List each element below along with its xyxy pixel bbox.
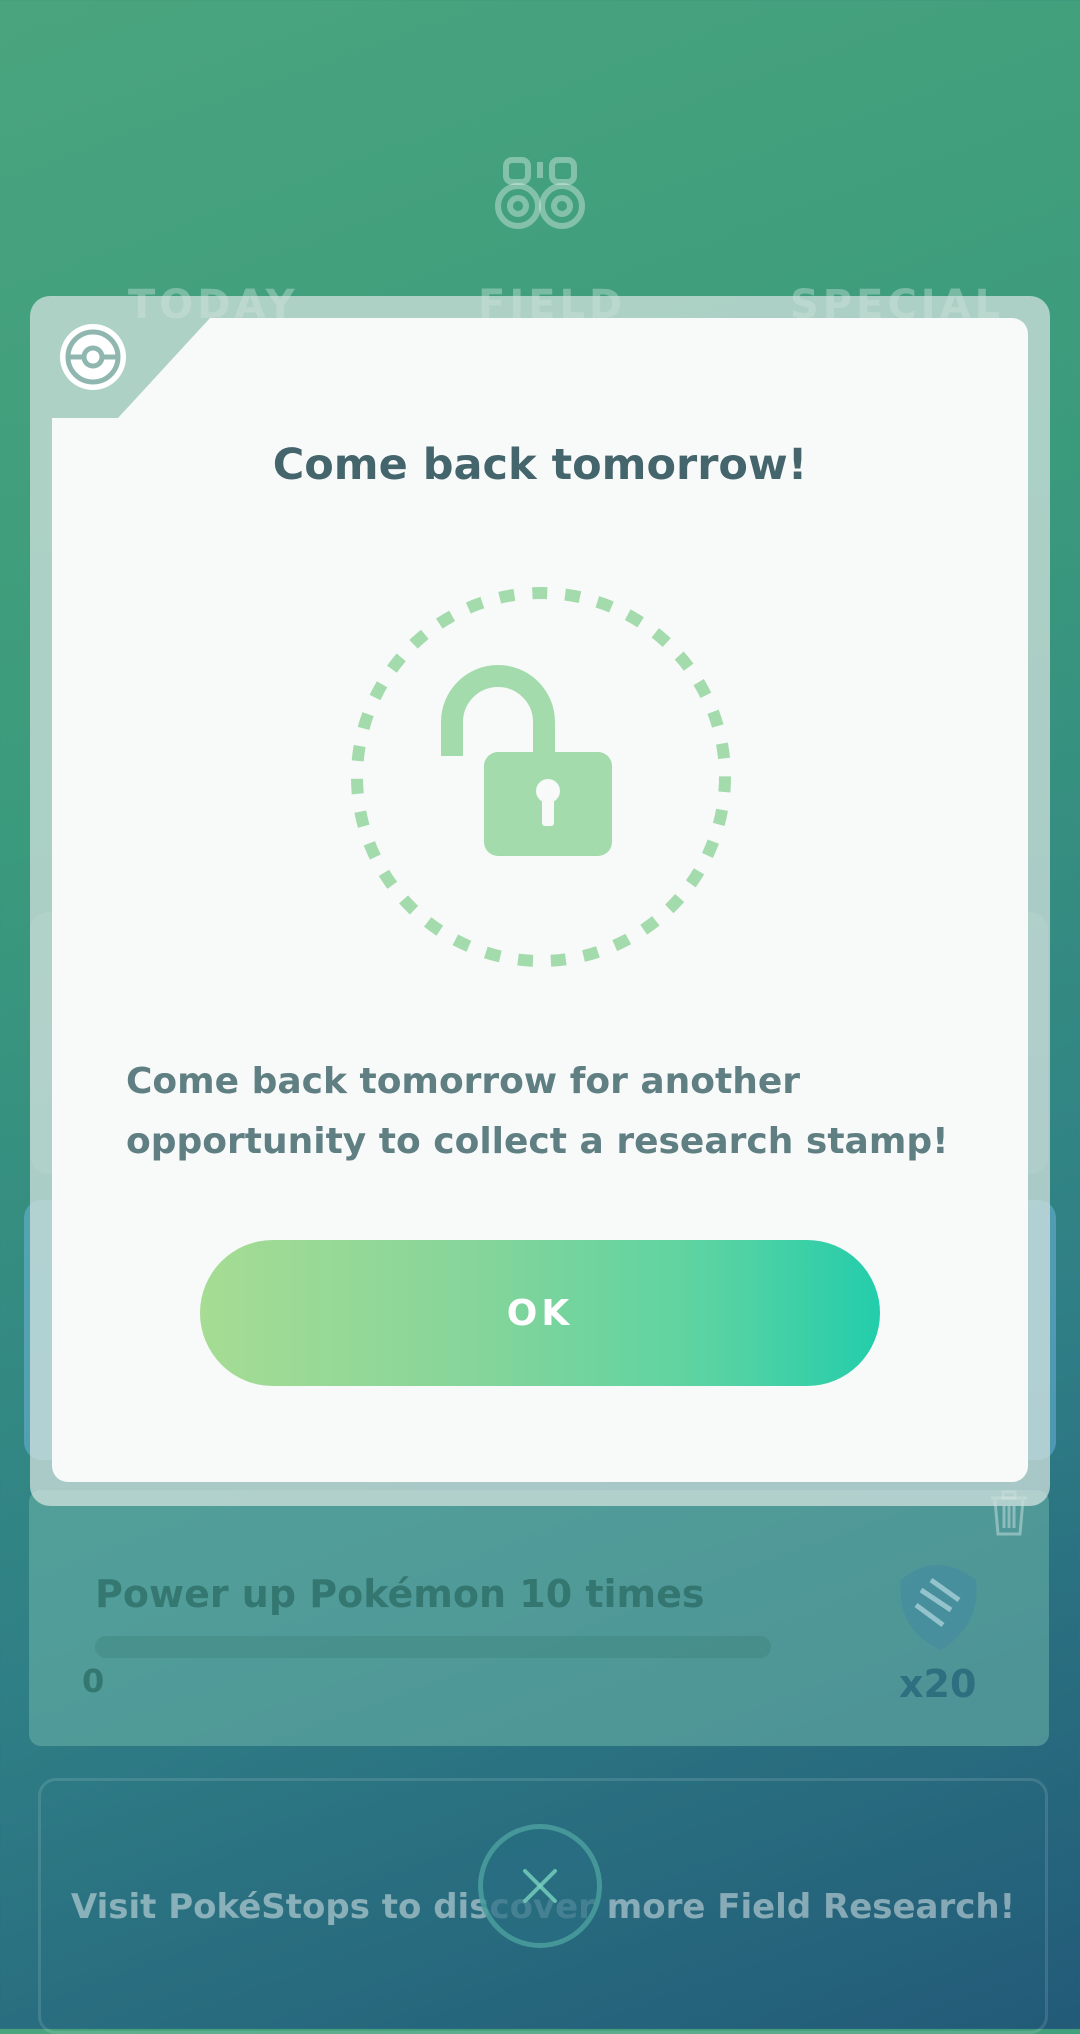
ok-button-label: OK [506,1292,574,1334]
binoculars-icon [494,154,586,234]
modal-message: Come back tomorrow for another opportuni… [126,1061,949,1162]
modal-title: Come back tomorrow! [272,440,808,490]
task-progress-label: 0 [82,1662,105,1700]
reward-count: x20 [899,1662,977,1706]
close-button[interactable] [478,1824,602,1948]
rare-candy-icon [881,1550,991,1660]
ok-button[interactable]: OK [200,1240,880,1386]
close-icon [523,1869,557,1903]
field-research-task[interactable]: Power up Pokémon 10 times 0 x20 [29,1490,1049,1746]
task-progress-bar [95,1636,771,1658]
task-title: Power up Pokémon 10 times [95,1572,705,1616]
unlocked-padlock-icon [346,582,736,972]
pokeball-icon [58,322,128,392]
